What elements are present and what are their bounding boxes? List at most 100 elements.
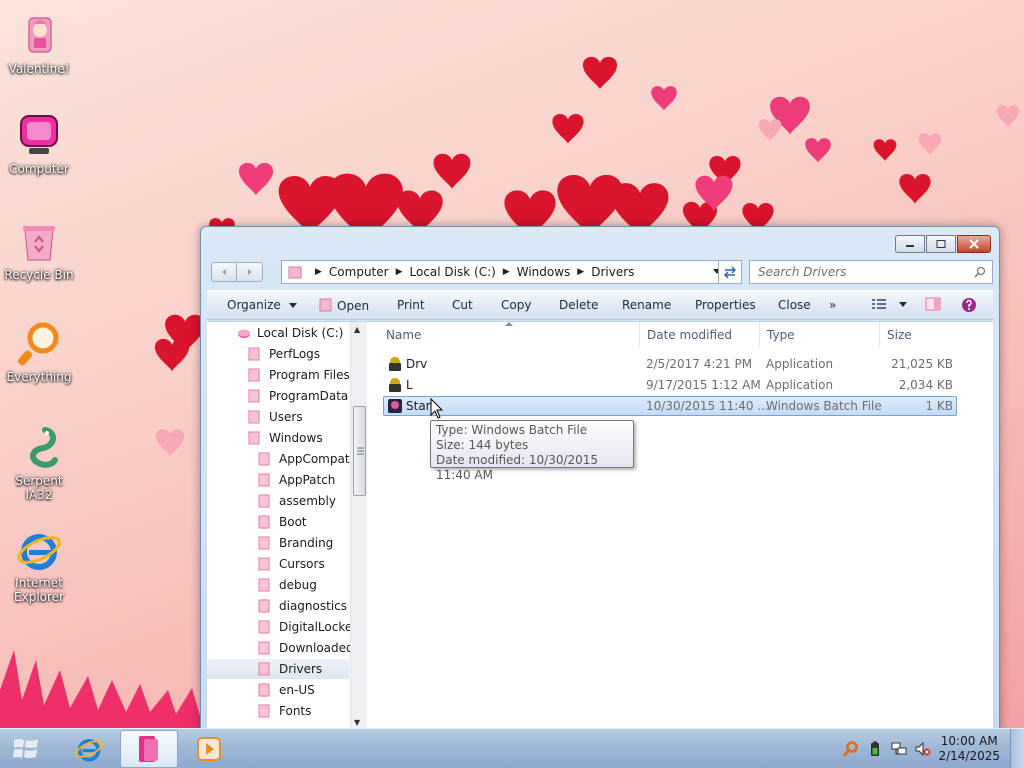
scroll-down-icon[interactable]: ▼ xyxy=(354,718,360,727)
file-row-drv[interactable]: Drv 2/5/2017 4:21 PM Application 21,025 … xyxy=(383,354,957,374)
taskbar-windows-explorer[interactable] xyxy=(120,730,178,768)
tree-item-programdata[interactable]: ProgramData xyxy=(247,386,348,406)
help-icon xyxy=(962,298,976,312)
delete-button[interactable]: Delete xyxy=(559,298,598,312)
open-file-icon xyxy=(319,298,332,312)
organize-menu-button[interactable]: Organize xyxy=(227,298,297,312)
desktop-icon-valentine[interactable]: Valentine! xyxy=(4,12,74,76)
folder-icon xyxy=(248,389,260,403)
pink-folder-icon xyxy=(139,736,158,762)
minimize-icon xyxy=(906,245,914,247)
folder-icon xyxy=(258,599,270,613)
tree-item-drivers[interactable]: Drivers xyxy=(207,659,349,679)
tree-item-users[interactable]: Users xyxy=(247,407,303,427)
volume-muted-icon[interactable] xyxy=(915,741,931,757)
column-divider[interactable] xyxy=(759,322,760,348)
file-row-start[interactable]: Start 10/30/2015 11:40 ... Windows Batch… xyxy=(383,396,957,416)
taskbar-media-player[interactable] xyxy=(180,730,238,768)
drive-icon xyxy=(238,329,250,338)
recycle-bin-icon xyxy=(23,226,55,261)
minimize-button[interactable] xyxy=(895,235,925,253)
tree-item-appcompat[interactable]: AppCompat xyxy=(257,449,350,469)
tree-scrollbar[interactable]: ▲ ▼ xyxy=(350,322,367,730)
column-divider[interactable] xyxy=(879,322,880,348)
battery-icon[interactable] xyxy=(867,741,883,757)
desktop-icon-recycle-bin[interactable]: Recycle Bin xyxy=(4,218,74,282)
search-box[interactable]: Search Drivers xyxy=(749,260,993,284)
folder-icon xyxy=(248,347,260,361)
column-header-name[interactable]: Name xyxy=(386,328,421,342)
tree-item-branding[interactable]: Branding xyxy=(257,533,333,553)
column-header-date[interactable]: Date modified xyxy=(647,328,732,342)
tooltip-size: Size: 144 bytes xyxy=(436,438,529,452)
tree-item-assembly[interactable]: assembly xyxy=(257,491,336,511)
tree-item-debug[interactable]: debug xyxy=(257,575,317,595)
close-icon xyxy=(969,239,979,249)
breadcrumb-windows[interactable]: Windows xyxy=(517,265,571,279)
rename-button[interactable]: Rename xyxy=(622,298,671,312)
maximize-icon xyxy=(936,240,946,248)
desktop-icon-internet-explorer[interactable]: Internet Explorer xyxy=(4,526,74,604)
view-options-button[interactable] xyxy=(871,297,907,314)
maximize-button[interactable] xyxy=(926,235,956,253)
tree-item-local-disk[interactable]: Local Disk (C:) xyxy=(237,323,343,343)
tree-item-apppatch[interactable]: AppPatch xyxy=(257,470,335,490)
start-button[interactable] xyxy=(0,730,52,768)
close-button[interactable]: Close xyxy=(778,298,811,312)
desktop-icon-serpent[interactable]: Serpent IA32 xyxy=(4,424,74,502)
scroll-up-icon[interactable]: ▲ xyxy=(354,325,360,334)
folder-icon xyxy=(258,557,270,571)
column-divider[interactable] xyxy=(639,322,640,348)
scrollbar-thumb[interactable] xyxy=(353,406,366,496)
desktop-icon-computer[interactable]: Computer xyxy=(4,112,74,176)
close-window-button[interactable] xyxy=(957,235,991,253)
refresh-icon xyxy=(724,266,736,279)
open-button[interactable]: Open xyxy=(319,298,369,313)
tree-item-en-us[interactable]: en-US xyxy=(257,680,315,700)
tree-item-diagnostics[interactable]: diagnostics xyxy=(257,596,347,616)
network-icon[interactable] xyxy=(891,741,907,757)
forward-button[interactable] xyxy=(237,262,263,282)
mouse-cursor-icon xyxy=(430,398,444,419)
tree-item-downloaded[interactable]: Downloaded xyxy=(257,638,350,658)
print-button[interactable]: Print xyxy=(397,298,425,312)
properties-button[interactable]: Properties xyxy=(695,298,756,312)
more-commands-button[interactable]: » xyxy=(829,298,836,312)
tree-item-digitallocker[interactable]: DigitalLocker xyxy=(257,617,350,637)
preview-pane-button[interactable] xyxy=(925,297,941,314)
breadcrumb-computer[interactable]: Computer xyxy=(329,265,389,279)
column-header-size[interactable]: Size xyxy=(887,328,912,342)
grip-icon xyxy=(357,447,364,455)
tree-item-cursors[interactable]: Cursors xyxy=(257,554,325,574)
tree-item-boot[interactable]: Boot xyxy=(257,512,307,532)
back-arrow-icon xyxy=(222,269,226,275)
taskbar-internet-explorer[interactable] xyxy=(60,730,118,768)
breadcrumb-local-disk[interactable]: Local Disk (C:) xyxy=(410,265,496,279)
file-row-l[interactable]: L 9/17/2015 1:12 AM Application 2,034 KB xyxy=(383,375,957,395)
tree-item-program-files[interactable]: Program Files xyxy=(247,365,350,385)
help-button[interactable] xyxy=(961,297,977,316)
tree-item-perflogs[interactable]: PerfLogs xyxy=(247,344,320,364)
internet-explorer-icon xyxy=(17,534,61,570)
back-button[interactable] xyxy=(211,262,237,282)
desktop-icon-everything[interactable]: Everything xyxy=(4,320,74,384)
cut-button[interactable]: Cut xyxy=(452,298,473,312)
file-info-tooltip: Type: Windows Batch File Size: 144 bytes… xyxy=(430,420,634,482)
breadcrumb-arrow-icon: ▶ xyxy=(577,267,585,277)
computer-icon xyxy=(20,115,58,154)
breadcrumb-drivers[interactable]: Drivers xyxy=(591,265,634,279)
navigation-tree[interactable]: Local Disk (C:) PerfLogs Program Files P… xyxy=(207,322,350,730)
system-clock[interactable]: 10:00 AM 2/14/2025 xyxy=(938,734,1000,764)
desktop-icon-label: Computer xyxy=(9,162,69,176)
address-bar[interactable]: ▶ Computer ▶ Local Disk (C:) ▶ Windows ▶… xyxy=(281,260,727,284)
copy-button[interactable]: Copy xyxy=(501,298,531,312)
navigation-bar: ▶ Computer ▶ Local Disk (C:) ▶ Windows ▶… xyxy=(211,260,993,284)
everything-search-tray-icon[interactable] xyxy=(843,741,859,757)
file-list[interactable]: Name Date modified Type Size Drv 2/5/201… xyxy=(367,322,993,730)
tree-item-windows[interactable]: Windows xyxy=(247,428,323,448)
column-header-type[interactable]: Type xyxy=(767,328,795,342)
tree-item-fonts[interactable]: Fonts xyxy=(257,701,311,721)
explorer-content: Local Disk (C:) PerfLogs Program Files P… xyxy=(207,321,993,730)
refresh-button[interactable] xyxy=(718,260,742,284)
show-desktop-button[interactable] xyxy=(1010,729,1024,768)
